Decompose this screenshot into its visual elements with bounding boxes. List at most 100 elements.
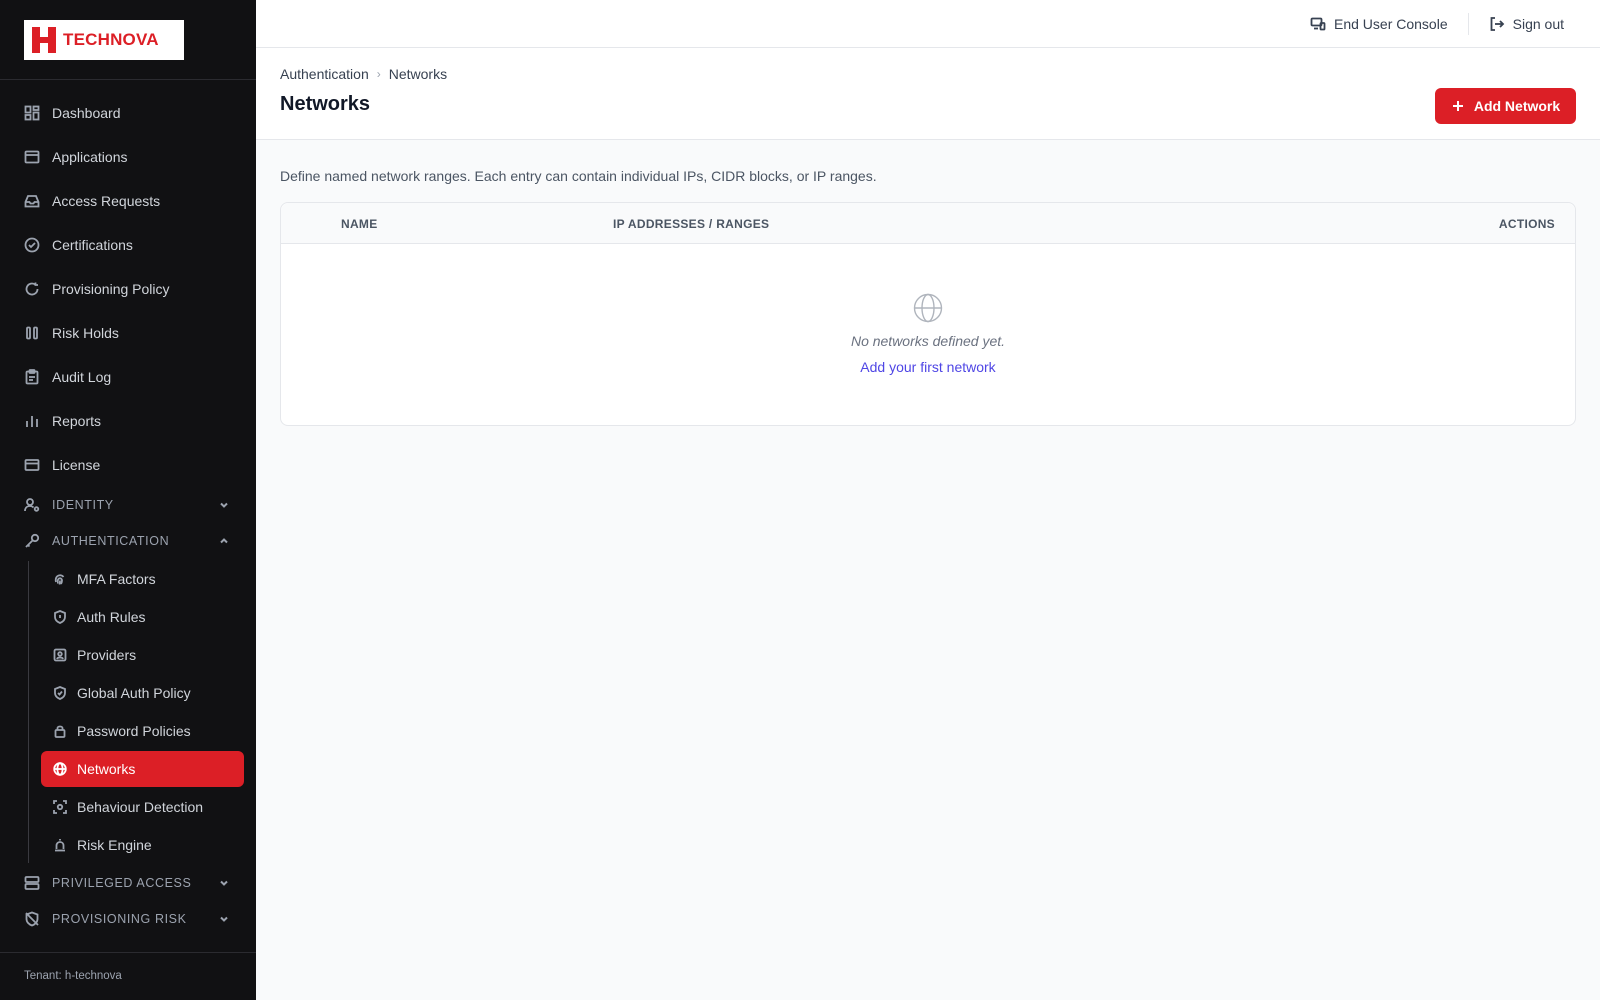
column-ip-ranges: IP ADDRESSES / RANGES: [613, 217, 770, 231]
divider: [1467, 12, 1469, 35]
inbox-icon: [24, 193, 40, 209]
shield-off-icon: [24, 911, 40, 927]
networks-table: NAME IP ADDRESSES / RANGES ACTIONS No ne…: [280, 202, 1576, 426]
top-bar: End User Console Sign out: [256, 0, 1600, 48]
shield-icon: [53, 610, 67, 624]
section-label: IDENTITY: [52, 498, 114, 512]
globe-icon: [53, 762, 67, 776]
sign-out-icon: [1490, 16, 1504, 31]
logo-area: TECHNOVA: [0, 0, 256, 80]
server-icon: [24, 875, 40, 891]
check-circle-icon: [24, 237, 40, 253]
bar-chart-icon: [24, 413, 40, 429]
chevron-down-icon: [218, 499, 230, 511]
sidebar-item-label: Global Auth Policy: [77, 685, 191, 701]
breadcrumb: Authentication › Networks: [280, 66, 1576, 82]
column-actions: ACTIONS: [1498, 217, 1555, 231]
sidebar-item-networks[interactable]: Networks: [41, 751, 244, 787]
sidebar-item-label: Risk Holds: [52, 325, 119, 341]
devices-icon: [1310, 17, 1326, 30]
section-label: PROVISIONING RISK: [52, 912, 187, 926]
chevron-right-icon: ›: [376, 67, 381, 81]
section-identity[interactable]: IDENTITY: [0, 487, 256, 523]
refresh-icon: [24, 281, 40, 297]
sidebar-item-applications[interactable]: Applications: [0, 135, 256, 179]
sidebar: TECHNOVA Dashboard Applications Access R…: [0, 0, 256, 1000]
chevron-down-icon: [218, 877, 230, 889]
tenant-label: Tenant: h-technova: [0, 952, 256, 1000]
chevron-down-icon: [218, 913, 230, 925]
sidebar-item-behaviour-detection[interactable]: Behaviour Detection: [41, 789, 244, 825]
sign-out-label: Sign out: [1512, 15, 1564, 32]
id-card-icon: [53, 648, 67, 662]
authentication-submenu: MFA Factors Auth Rules Providers Global …: [28, 561, 256, 863]
sidebar-item-license[interactable]: License: [0, 443, 256, 487]
empty-state: No networks defined yet. Add your first …: [281, 244, 1575, 375]
card-icon: [24, 457, 40, 473]
sidebar-item-certifications[interactable]: Certifications: [0, 223, 256, 267]
sidebar-item-providers[interactable]: Providers: [41, 637, 244, 673]
section-provisioning-risk[interactable]: PROVISIONING RISK: [0, 901, 256, 937]
sidebar-item-label: Provisioning Policy: [52, 281, 170, 297]
sign-out-button[interactable]: Sign out: [1489, 16, 1564, 32]
sidebar-item-label: License: [52, 457, 101, 473]
section-privileged-access[interactable]: PRIVILEGED ACCESS: [0, 865, 256, 901]
sidebar-item-label: Audit Log: [52, 369, 112, 385]
main-content: Define named network ranges. Each entry …: [280, 140, 1576, 426]
brand-logo[interactable]: TECHNOVA: [24, 20, 184, 60]
key-icon: [24, 533, 40, 549]
sidebar-item-dashboard[interactable]: Dashboard: [0, 91, 256, 135]
sidebar-item-label: Dashboard: [52, 105, 121, 121]
sidebar-item-label: MFA Factors: [77, 571, 156, 587]
sidebar-item-label: Access Requests: [52, 193, 161, 209]
empty-message: No networks defined yet.: [850, 333, 1006, 349]
sidebar-item-label: Reports: [52, 413, 102, 429]
add-first-network-link[interactable]: Add your first network: [281, 359, 1575, 375]
sidebar-item-label: Auth Rules: [77, 609, 146, 625]
sidebar-item-provisioning-policy[interactable]: Provisioning Policy: [0, 267, 256, 311]
add-network-label: Add Network: [1473, 98, 1561, 114]
page-header: Authentication › Networks Networks Add N…: [256, 48, 1600, 140]
eye-scan-icon: [53, 800, 67, 814]
sidebar-item-auth-rules[interactable]: Auth Rules: [41, 599, 244, 635]
add-network-button[interactable]: Add Network: [1435, 88, 1576, 124]
sidebar-item-access-requests[interactable]: Access Requests: [0, 179, 256, 223]
breadcrumb-authentication[interactable]: Authentication: [280, 66, 369, 82]
sidebar-item-risk-holds[interactable]: Risk Holds: [0, 311, 256, 355]
sidebar-item-audit-log[interactable]: Audit Log: [0, 355, 256, 399]
shield-check-icon: [53, 686, 67, 700]
window-icon: [24, 149, 40, 165]
lock-icon: [53, 724, 67, 738]
section-authentication[interactable]: AUTHENTICATION: [0, 523, 256, 559]
sidebar-item-label: Certifications: [52, 237, 133, 253]
sidebar-item-label: Networks: [77, 761, 136, 777]
sidebar-item-mfa-factors[interactable]: MFA Factors: [41, 561, 244, 597]
user-cog-icon: [24, 497, 40, 513]
breadcrumb-networks: Networks: [388, 66, 448, 82]
sidebar-item-label: Providers: [77, 647, 137, 663]
end-user-console-label: End User Console: [1334, 15, 1448, 32]
plus-icon: [1452, 101, 1463, 111]
fingerprint-icon: [53, 572, 67, 586]
page-description: Define named network ranges. Each entry …: [280, 168, 877, 184]
chevron-up-icon: [218, 535, 230, 547]
clipboard-icon: [24, 369, 40, 385]
section-label: AUTHENTICATION: [52, 534, 170, 548]
sidebar-item-global-auth-policy[interactable]: Global Auth Policy: [41, 675, 244, 711]
brand-name: TECHNOVA: [63, 30, 159, 49]
sidebar-item-risk-engine[interactable]: Risk Engine: [41, 827, 244, 863]
column-name: NAME: [341, 217, 378, 231]
sidebar-item-password-policies[interactable]: Password Policies: [41, 713, 244, 749]
table-header: NAME IP ADDRESSES / RANGES ACTIONS: [281, 203, 1575, 244]
globe-icon: [913, 293, 943, 323]
siren-icon: [53, 838, 67, 852]
sidebar-item-label: Risk Engine: [77, 837, 152, 853]
end-user-console-button[interactable]: End User Console: [1310, 16, 1448, 32]
section-label: PRIVILEGED ACCESS: [52, 876, 192, 890]
sidebar-item-label: Password Policies: [77, 723, 191, 739]
dashboard-icon: [24, 105, 40, 121]
sidebar-nav: Dashboard Applications Access Requests C…: [0, 80, 256, 937]
pause-icon: [24, 325, 40, 341]
sidebar-item-reports[interactable]: Reports: [0, 399, 256, 443]
logo-h-mark: [32, 27, 56, 53]
